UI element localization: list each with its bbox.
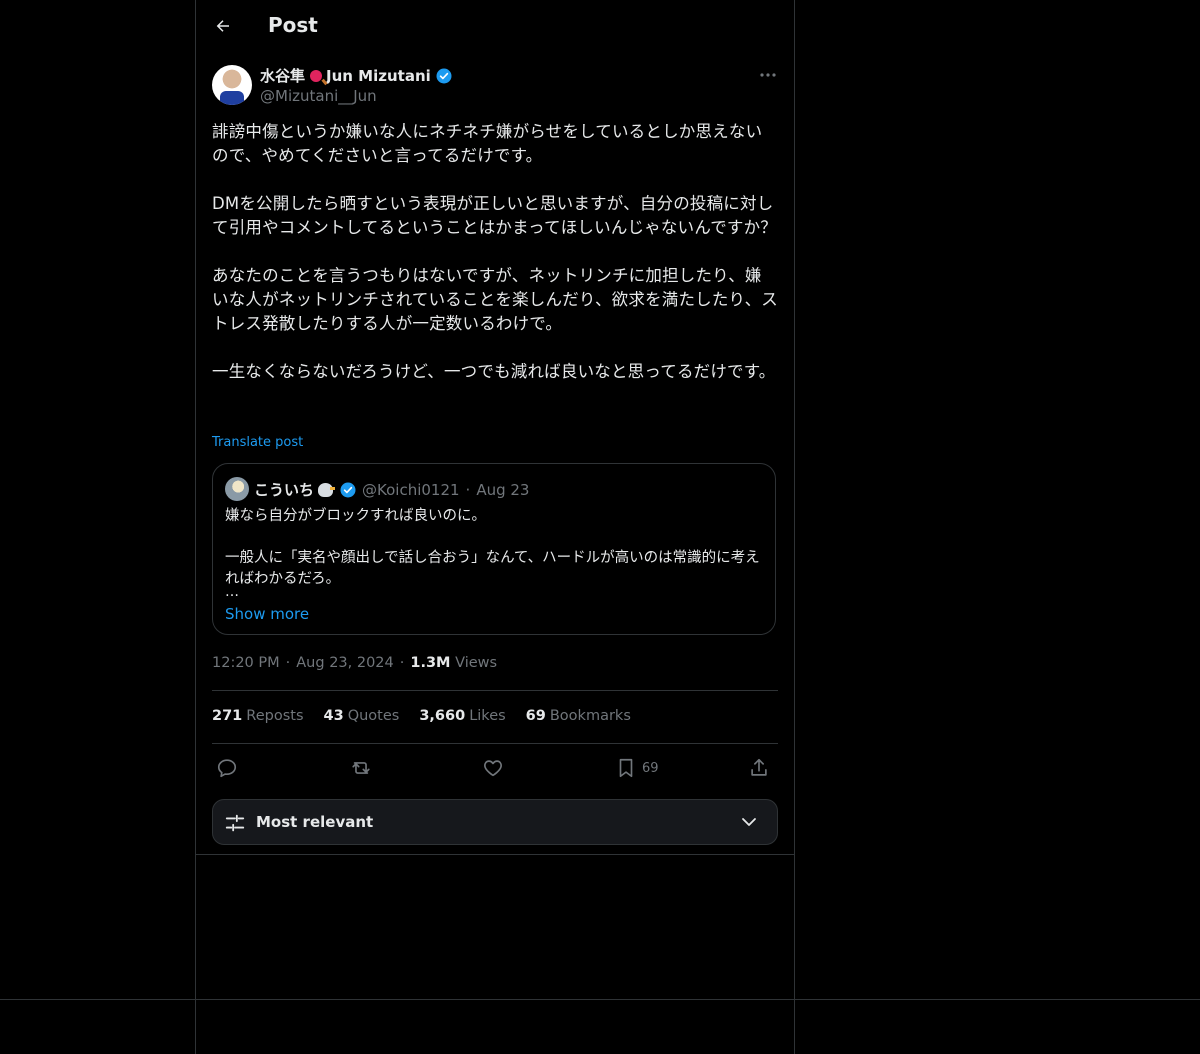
action-bar: 69 <box>212 752 778 784</box>
quoted-date: Aug 23 <box>476 480 530 499</box>
reposts-label: Reposts <box>246 708 304 724</box>
bookmarks-count: 69 <box>525 708 546 724</box>
repost-icon <box>352 762 370 774</box>
verified-badge-icon <box>435 67 453 85</box>
topbar: Post <box>196 0 794 54</box>
like-button[interactable] <box>482 756 504 780</box>
engagement-stats: 271 Reposts 43 Quotes 3,660 Likes 69 Bookmar… <box>212 708 631 724</box>
bookmarks-label: Bookmarks <box>549 708 631 724</box>
like-icon <box>484 760 502 777</box>
author-handle[interactable]: @Mizutani__Jun <box>260 87 377 105</box>
repost-button[interactable] <box>349 756 373 780</box>
share-button[interactable] <box>748 756 770 780</box>
sort-label: Most relevant <box>256 813 374 831</box>
back-arrow-icon <box>216 20 229 32</box>
bird-icon <box>318 482 336 497</box>
translate-post-link[interactable]: Translate post <box>212 435 303 450</box>
page-title: Post <box>268 13 318 37</box>
likes-stat[interactable]: 3,660 Likes <box>419 708 505 724</box>
views-count: 1.3M <box>410 655 451 671</box>
post-date[interactable]: Aug 23, 2024 <box>296 655 394 671</box>
meta-dot: · <box>399 655 405 671</box>
show-more-link[interactable]: Show more <box>225 605 309 623</box>
post-body: 誹謗中傷というか嫌いな人にネチネチ嫌がらせをしているとしか思えないので、やめてく… <box>212 122 778 381</box>
sort-replies-dropdown[interactable]: Most relevant <box>212 799 778 845</box>
quoted-dot: · <box>465 480 471 499</box>
views-label: Views <box>455 655 498 671</box>
more-button[interactable] <box>758 66 778 84</box>
author-name-suffix: Jun Mizutani <box>326 66 431 85</box>
chevron-down-icon <box>742 818 756 826</box>
back-button[interactable] <box>210 13 236 39</box>
post-time[interactable]: 12:20 PM <box>212 655 280 671</box>
quoted-post-header: こういち @Koichi0121 · Aug 23 <box>254 479 529 500</box>
likes-label: Likes <box>469 708 506 724</box>
quotes-label: Quotes <box>347 708 400 724</box>
quoted-post[interactable]: こういち @Koichi0121 · Aug 23 嫌なら自分がブロックすれば良… <box>212 463 776 635</box>
ping-pong-icon <box>310 69 323 82</box>
author-name: 水谷隼 <box>260 67 306 85</box>
verified-badge-icon <box>340 482 356 497</box>
divider <box>212 690 778 691</box>
quotes-stat[interactable]: 43 Quotes <box>324 708 400 724</box>
bookmarks-stat[interactable]: 69 Bookmarks <box>526 708 631 724</box>
bookmark-button[interactable]: 69 <box>616 756 659 780</box>
reposts-stat[interactable]: 271 Reposts <box>212 708 304 724</box>
quoted-author-avatar <box>225 477 249 501</box>
author-name-row[interactable]: 水谷隼 Jun Mizutani <box>260 65 453 86</box>
quoted-author-handle: @Koichi0121 <box>362 480 460 499</box>
bookmark-count: 69 <box>642 760 659 776</box>
author-avatar[interactable] <box>212 65 252 105</box>
more-icon <box>760 73 776 77</box>
reply-icon <box>217 759 237 778</box>
meta-dot: · <box>285 655 291 671</box>
views: 1.3M Views <box>410 655 497 671</box>
reposts-count: 271 <box>212 708 243 724</box>
quotes-count: 43 <box>323 708 344 724</box>
right-column-border <box>794 0 795 1054</box>
share-icon <box>751 758 767 776</box>
divider <box>212 743 778 744</box>
bookmark-icon <box>619 758 633 778</box>
sliders-icon <box>225 814 245 832</box>
quoted-post-body: 嫌なら自分がブロックすれば良いのに。 一般人に「実名や顔出しで話し合おう」なんて… <box>225 508 760 587</box>
post-meta: 12:20 PM · Aug 23, 2024 · 1.3M Views <box>212 655 497 671</box>
quoted-ellipsis: … <box>225 584 239 600</box>
quoted-author-name: こういち <box>254 481 315 499</box>
reply-button[interactable] <box>216 756 238 780</box>
post-column: Post 水谷隼 Jun Mizutani @Mizutani__Jun 誹謗中… <box>196 0 794 855</box>
bottom-divider <box>0 999 1200 1000</box>
likes-count: 3,660 <box>419 708 466 724</box>
